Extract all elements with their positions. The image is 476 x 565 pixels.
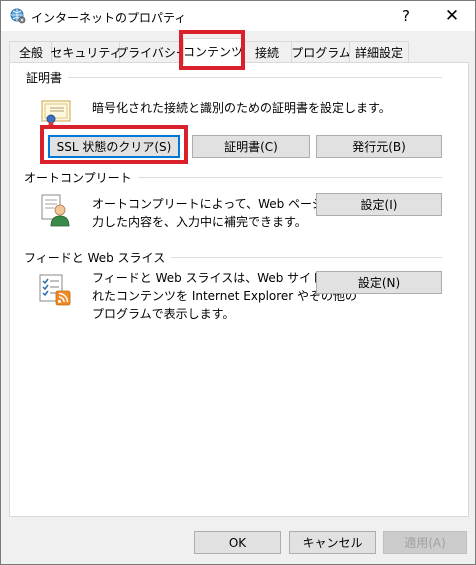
button-label: OK [228,535,247,550]
title-bar: インターネットのプロパティ ? ✕ [1,1,475,31]
autocomplete-header: オートコンプリート [24,169,138,186]
ok-button[interactable]: OK [194,531,281,554]
certificates-button[interactable]: 証明書(C) [192,135,310,158]
button-label: 発行元(B) [352,140,406,154]
button-label: 設定(N) [357,276,401,290]
clear-ssl-state-button[interactable]: SSL 状態のクリア(S) [48,135,180,158]
apply-button[interactable]: 適用(A) [383,531,467,554]
tab-strip: 全般 セキュリティ プライバシー コンテンツ 接続 プログラム 詳細設定 [1,38,475,64]
group-divider [146,257,442,258]
tab-content[interactable]: コンテンツ [183,38,243,64]
globe-settings-icon [10,8,26,24]
button-label: 証明書(C) [224,140,278,154]
group-divider [62,77,442,78]
close-icon: ✕ [444,6,460,26]
cancel-button[interactable]: キャンセル [289,531,376,554]
tab-label: 接続 [254,46,279,60]
tab-label: セキュリティ [50,46,122,60]
tab-label: 詳細設定 [354,46,403,60]
window-title: インターネットのプロパティ [31,11,187,25]
tab-security[interactable]: セキュリティ [50,41,122,63]
feeds-settings-button[interactable]: 設定(N) [316,271,442,294]
feeds-description-line-3: プログラムで表示します。 [92,307,235,321]
button-label: 設定(I) [360,198,398,212]
tab-label: 全般 [18,46,43,60]
group-divider [134,177,442,178]
autocomplete-description-line-2: 力した内容を、入力中に補完できます。 [92,215,307,229]
tab-advanced[interactable]: 詳細設定 [349,41,409,63]
close-button[interactable]: ✕ [429,1,475,31]
button-label: 適用(A) [404,536,446,550]
certificates-header: 証明書 [26,69,69,86]
tab-general[interactable]: 全般 [9,41,53,63]
tab-connections[interactable]: 接続 [241,41,293,63]
content-tab-panel: 証明書 暗号化された接続と識別のための証明書を設定します。 SSL 状態のクリア… [9,62,469,517]
tab-label: プログラム [291,46,351,60]
tab-programs[interactable]: プログラム [291,41,351,63]
publishers-button[interactable]: 発行元(B) [316,135,442,158]
help-icon: ? [402,7,410,25]
certificate-icon [40,97,72,132]
button-label: SSL 状態のクリア(S) [56,140,172,154]
tab-privacy[interactable]: プライバシー [116,41,188,63]
autocomplete-settings-button[interactable]: 設定(I) [316,193,442,216]
tab-label: プライバシー [116,46,188,60]
feed-checklist-icon [38,273,72,310]
user-form-icon [40,193,72,230]
internet-properties-dialog: インターネットのプロパティ ? ✕ 全般 セキュリティ プライバシー コンテンツ… [0,0,476,565]
help-button[interactable]: ? [383,1,429,31]
tab-label: コンテンツ [183,45,244,59]
button-label: キャンセル [302,536,363,550]
feeds-header: フィードと Web スライス [24,249,172,266]
certificates-description: 暗号化された接続と識別のための証明書を設定します。 [92,101,391,115]
